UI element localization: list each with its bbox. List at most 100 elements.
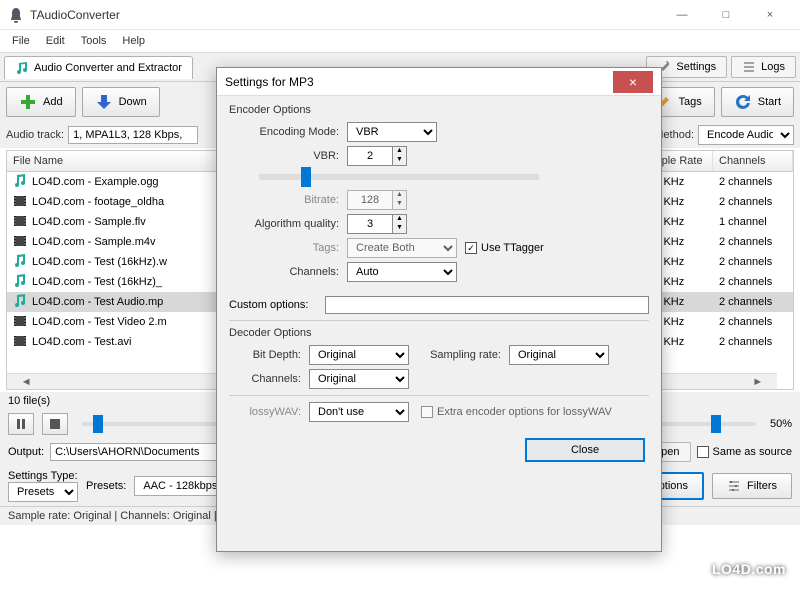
volume-thumb[interactable] xyxy=(711,415,721,433)
encoding-mode-label: Encoding Mode: xyxy=(229,126,347,138)
sliders-icon xyxy=(727,479,741,493)
channels: 2 channels xyxy=(713,254,793,270)
tab-label: Audio Converter and Extractor xyxy=(34,62,182,74)
method-select[interactable]: Encode Audio xyxy=(698,125,794,145)
same-as-source-checkbox[interactable]: Same as source xyxy=(697,446,792,458)
channels: 1 channel xyxy=(713,214,793,230)
lossywav-select[interactable]: Don't use xyxy=(309,402,409,422)
bitrate-spinner: ▲▼ xyxy=(347,190,407,210)
film-icon xyxy=(13,314,27,331)
menu-file[interactable]: File xyxy=(4,33,38,49)
dialog-close-bottom-button[interactable]: Close xyxy=(525,438,645,462)
film-icon xyxy=(13,234,27,251)
dec-channels-select[interactable]: Original xyxy=(309,369,409,389)
dialog-close-button[interactable]: × xyxy=(613,71,653,93)
position-slider[interactable] xyxy=(82,422,222,426)
custom-options-input[interactable] xyxy=(325,296,649,314)
algo-quality-label: Algorithm quality: xyxy=(229,218,347,230)
file-name: LO4D.com - Example.ogg xyxy=(32,176,159,188)
file-name: LO4D.com - Test (16kHz).w xyxy=(32,256,167,268)
settings-type-select[interactable]: Presets xyxy=(8,482,78,502)
tab-converter[interactable]: Audio Converter and Extractor xyxy=(4,56,193,79)
channels: 2 channels xyxy=(713,234,793,250)
filters-button[interactable]: Filters xyxy=(712,473,792,499)
encoder-options-label: Encoder Options xyxy=(229,104,649,116)
music-icon xyxy=(13,254,27,271)
vbr-slider[interactable] xyxy=(259,174,539,180)
file-name: LO4D.com - Test Video 2.m xyxy=(32,316,167,328)
logs-button[interactable]: Logs xyxy=(731,56,796,78)
settings-type-label: Settings Type: xyxy=(8,470,78,482)
presets-label: Presets: xyxy=(86,480,126,492)
down-button[interactable]: Down xyxy=(82,87,160,117)
music-icon xyxy=(13,174,27,191)
minimize-button[interactable]: — xyxy=(660,1,704,29)
channels: 2 channels xyxy=(713,174,793,190)
window-title: TAudioConverter xyxy=(30,8,660,22)
dialog-title: Settings for MP3 xyxy=(225,75,613,89)
refresh-icon xyxy=(734,93,752,111)
file-name: LO4D.com - Sample.m4v xyxy=(32,236,155,248)
start-button[interactable]: Start xyxy=(721,87,794,117)
audio-track-label: Audio track: xyxy=(6,129,64,141)
spin-down-icon[interactable]: ▼ xyxy=(393,156,406,165)
bitdepth-select[interactable]: Original xyxy=(309,345,409,365)
film-icon xyxy=(13,334,27,351)
vbr-thumb[interactable] xyxy=(301,167,311,187)
channels: 2 channels xyxy=(713,294,793,310)
algo-quality-spinner[interactable]: ▲▼ xyxy=(347,214,407,234)
vbr-spinner[interactable]: ▲▼ xyxy=(347,146,407,166)
menu-edit[interactable]: Edit xyxy=(38,33,73,49)
stop-button[interactable] xyxy=(42,413,68,435)
sampling-rate-select[interactable]: Original xyxy=(509,345,609,365)
menu-tools[interactable]: Tools xyxy=(73,33,115,49)
dec-channels-label: Channels: xyxy=(229,373,309,385)
menu-help[interactable]: Help xyxy=(114,33,153,49)
film-icon xyxy=(13,214,27,231)
channels: 2 channels xyxy=(713,314,793,330)
file-name: LO4D.com - Test.avi xyxy=(32,336,131,348)
tags-field-label: Tags: xyxy=(229,242,347,254)
channels: 2 channels xyxy=(713,334,793,350)
lossywav-label: lossyWAV: xyxy=(229,406,309,418)
watermark: LO4D.com xyxy=(712,561,786,577)
music-icon xyxy=(15,61,29,75)
audio-track-input[interactable] xyxy=(68,126,198,144)
titlebar: TAudioConverter — □ × xyxy=(0,0,800,30)
menubar: File Edit Tools Help xyxy=(0,30,800,52)
file-name: LO4D.com - Test Audio.mp xyxy=(32,296,163,308)
channels: 2 channels xyxy=(713,274,793,290)
file-name: LO4D.com - Sample.flv xyxy=(32,216,146,228)
maximize-button[interactable]: □ xyxy=(704,1,748,29)
add-button[interactable]: Add xyxy=(6,87,76,117)
music-icon xyxy=(13,274,27,291)
arrow-down-icon xyxy=(95,93,113,111)
app-icon xyxy=(8,7,24,23)
list-icon xyxy=(742,60,756,74)
file-name: LO4D.com - footage_oldha xyxy=(32,196,164,208)
pause-button[interactable] xyxy=(8,413,34,435)
output-label: Output: xyxy=(8,446,44,458)
plus-icon xyxy=(19,93,37,111)
bitrate-label: Bitrate: xyxy=(229,194,347,206)
extra-lossywav-checkbox: Extra encoder options for lossyWAV xyxy=(421,406,612,418)
col-channels[interactable]: Channels xyxy=(713,151,793,171)
channels: 2 channels xyxy=(713,194,793,210)
tags-select: Create Both xyxy=(347,238,457,258)
decoder-options-label: Decoder Options xyxy=(229,327,649,339)
volume-percent: 50% xyxy=(770,418,792,430)
settings-dialog: Settings for MP3 × Encoder Options Encod… xyxy=(216,67,662,552)
vbr-label: VBR: xyxy=(229,150,347,162)
channels-select[interactable]: Auto xyxy=(347,262,457,282)
use-ttagger-checkbox[interactable]: ✓Use TTagger xyxy=(465,242,544,254)
music-icon xyxy=(13,294,27,311)
file-name: LO4D.com - Test (16kHz)_ xyxy=(32,276,162,288)
bitdepth-label: Bit Depth: xyxy=(229,349,309,361)
encoding-mode-select[interactable]: VBR xyxy=(347,122,437,142)
custom-options-label: Custom options: xyxy=(229,299,325,311)
position-thumb[interactable] xyxy=(93,415,103,433)
close-button[interactable]: × xyxy=(748,1,792,29)
sampling-rate-label: Sampling rate: xyxy=(409,349,509,361)
channels-label: Channels: xyxy=(229,266,347,278)
spin-up-icon[interactable]: ▲ xyxy=(393,147,406,156)
